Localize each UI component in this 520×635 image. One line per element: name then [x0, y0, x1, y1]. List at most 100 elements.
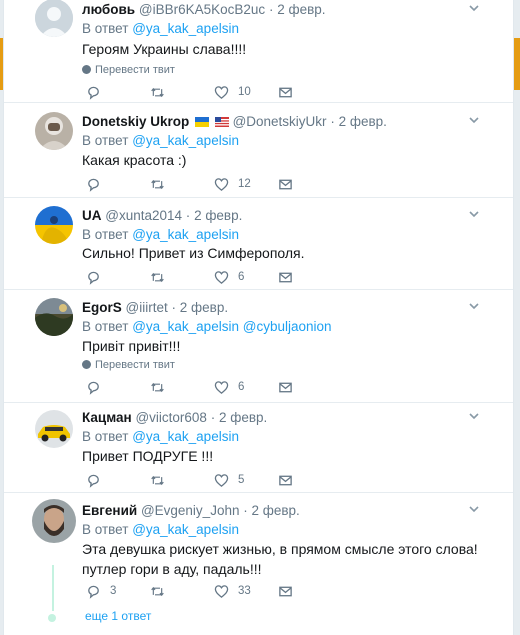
like-count: 33 — [238, 585, 251, 597]
separator-dot: · — [268, 2, 274, 17]
separator-dot: · — [185, 208, 191, 223]
user-handle[interactable]: @DonetskiyUkr — [233, 114, 327, 129]
mention-link[interactable]: @ya_kak_apelsin — [132, 227, 239, 242]
retweet-button[interactable] — [150, 174, 174, 194]
envelope-icon — [279, 272, 292, 282]
direct-message-button[interactable] — [278, 82, 293, 102]
reply-button[interactable] — [86, 82, 110, 102]
avatar[interactable] — [32, 499, 76, 543]
retweet-icon — [151, 179, 164, 189]
user-handle[interactable]: @Evgeniy_John — [141, 503, 240, 518]
translate-tweet-link[interactable]: Перевести твит — [82, 63, 175, 77]
retweet-icon — [151, 382, 164, 392]
like-count: 6 — [238, 271, 245, 283]
reply-context: В ответ @ya_kak_apelsin @cybuljaonion — [82, 318, 332, 336]
like-button[interactable]: 12 — [214, 174, 251, 194]
reply-context: В ответ @ya_kak_apelsin — [82, 20, 239, 38]
like-count: 5 — [238, 474, 245, 486]
translate-tweet-link[interactable]: Перевести твит — [82, 358, 175, 372]
mention-link[interactable]: @cybuljaonion — [243, 319, 332, 334]
tweet-text: Привет ПОДРУГЕ !!! — [82, 448, 214, 464]
direct-message-button[interactable] — [278, 470, 293, 490]
mention-link[interactable]: @ya_kak_apelsin — [132, 522, 239, 537]
reply-prefix: В ответ — [82, 133, 129, 148]
chevron-down-icon[interactable] — [468, 503, 480, 515]
user-name[interactable]: Кацман — [82, 410, 132, 425]
reply-prefix: В ответ — [82, 21, 129, 36]
tweet-time[interactable]: 2 февр. — [194, 208, 242, 223]
bearded-man-avatar-image — [32, 499, 76, 543]
tweet-time[interactable]: 2 февр. — [180, 300, 228, 315]
tweet[interactable]: EgorS @iiirtet · 2 февр. В ответ @ya_kak… — [4, 290, 513, 403]
chevron-down-icon[interactable] — [468, 114, 480, 126]
direct-message-button[interactable] — [278, 377, 293, 397]
reply-icon — [88, 585, 99, 599]
thread-connector-line — [52, 565, 54, 611]
tweet-actions: 6 — [86, 267, 386, 287]
mention-link[interactable]: @ya_kak_apelsin — [132, 319, 239, 334]
heart-icon — [214, 584, 229, 598]
user-handle[interactable]: @viictor608 — [135, 410, 206, 425]
chevron-down-icon[interactable] — [468, 410, 480, 422]
reply-button[interactable] — [86, 377, 110, 397]
like-button[interactable]: 10 — [214, 82, 251, 102]
user-name[interactable]: любовь — [82, 2, 135, 17]
reply-button[interactable]: 3 — [86, 581, 116, 601]
like-button[interactable]: 33 — [214, 581, 251, 601]
avatar[interactable] — [35, 298, 73, 336]
reply-count: 3 — [110, 585, 117, 597]
reply-button[interactable] — [86, 267, 110, 287]
heart-icon — [214, 473, 229, 487]
avatar[interactable] — [35, 410, 73, 448]
show-more-replies-link[interactable]: еще 1 ответ — [45, 606, 485, 631]
tweet[interactable]: любовь @iBBr6KA5KocB2uc · 2 февр. В отве… — [4, 0, 513, 103]
avatar[interactable] — [35, 112, 73, 150]
tweet-actions: 12 — [86, 174, 386, 194]
direct-message-button[interactable] — [278, 174, 293, 194]
avatar[interactable] — [35, 206, 73, 244]
more-replies-label[interactable]: еще 1 ответ — [85, 609, 151, 623]
user-name[interactable]: UA — [82, 208, 102, 223]
user-name[interactable]: Евгений — [82, 503, 137, 518]
chevron-down-icon[interactable] — [468, 208, 480, 220]
reply-icon — [88, 178, 99, 192]
user-handle[interactable]: @iBBr6KA5KocB2uc — [139, 2, 265, 17]
retweet-button[interactable] — [150, 377, 174, 397]
user-handle[interactable]: @xunta2014 — [105, 208, 182, 223]
tweet[interactable]: Кацман @viictor608 · 2 февр. В ответ @ya… — [4, 403, 513, 493]
mention-link[interactable]: @ya_kak_apelsin — [132, 133, 239, 148]
like-button[interactable]: 6 — [214, 377, 244, 397]
envelope-icon — [279, 382, 292, 392]
background-banner-edge-right — [514, 38, 520, 90]
user-name[interactable]: EgorS — [82, 300, 122, 315]
retweet-button[interactable] — [150, 581, 174, 601]
reply-button[interactable] — [86, 470, 110, 490]
user-name[interactable]: Donetskiy Ukrop — [82, 114, 189, 129]
tweet-time[interactable]: 2 февр. — [339, 114, 387, 129]
tweet-time[interactable]: 2 февр. — [277, 2, 325, 17]
like-button[interactable]: 5 — [214, 470, 244, 490]
reply-button[interactable] — [86, 174, 110, 194]
mention-link[interactable]: @ya_kak_apelsin — [132, 429, 239, 444]
tweet[interactable]: Donetskiy Ukrop @DonetskiyUkr · 2 февр. … — [4, 103, 513, 198]
retweet-button[interactable] — [150, 267, 174, 287]
tweet[interactable]: UA @xunta2014 · 2 февр. В ответ @ya_kak_… — [4, 198, 513, 290]
chevron-down-icon[interactable] — [468, 300, 480, 312]
retweet-icon — [151, 272, 164, 282]
user-handle[interactable]: @iiirtet — [126, 300, 168, 315]
retweet-button[interactable] — [150, 82, 174, 102]
tweet-actions: 3 33 — [86, 581, 386, 601]
direct-message-button[interactable] — [278, 267, 293, 287]
retweet-button[interactable] — [150, 470, 174, 490]
tweet-text: Привіт привіт!!! — [82, 338, 181, 354]
envelope-icon — [279, 475, 292, 485]
reply-prefix: В ответ — [82, 522, 129, 537]
retweet-icon — [151, 586, 164, 596]
avatar[interactable] — [35, 0, 73, 37]
like-button[interactable]: 6 — [214, 267, 244, 287]
tweet-time[interactable]: 2 февр. — [252, 503, 300, 518]
direct-message-button[interactable] — [278, 581, 293, 601]
chevron-down-icon[interactable] — [468, 2, 480, 14]
tweet-time[interactable]: 2 февр. — [219, 410, 267, 425]
mention-link[interactable]: @ya_kak_apelsin — [132, 21, 239, 36]
